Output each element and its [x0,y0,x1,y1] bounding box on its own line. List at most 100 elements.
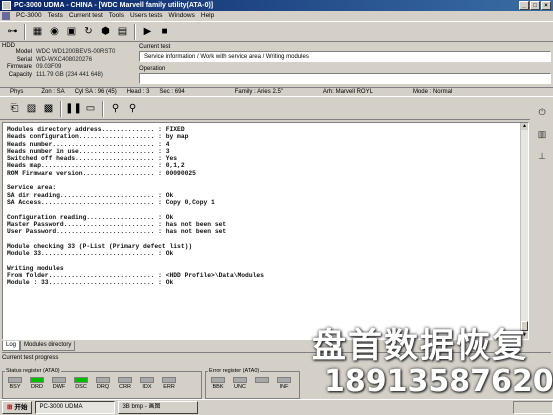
log-toolbar: ⎗ ▨ ▩ ❚❚ ▭ ⚲ ⚲ [0,98,530,120]
menu-pc3000[interactable]: PC-3000 [16,11,42,21]
layout-icon[interactable]: ▦ [29,24,46,40]
current-test-field: Service information / Work with service … [139,51,551,62]
status-flag-crr: CRR [117,377,133,391]
right-tool-panel: ⏻ ▥ ⊥ [531,98,553,342]
serial-label: Serial [16,56,32,63]
probe-icon[interactable]: ⊥ [534,148,550,164]
drive-status-bar: Phys Zon : SA Cyl SA : 96 (45) Head : 3 … [0,87,553,97]
firmware-value: 09.03F09 [36,64,62,70]
menu-users-tests[interactable]: Users tests [130,11,163,21]
error-flag-label: BBK [212,384,224,390]
find-icon[interactable]: ⚲ [107,101,124,117]
hex-icon[interactable]: ⬢ [97,24,114,40]
status-flag-dwf: DWF [51,377,67,391]
stop-icon[interactable]: ■ [156,24,173,40]
capacity-label: Capacity [8,71,32,78]
log-line: Configuration reading.................. … [7,213,174,221]
sec-status: Sec : 694 [159,89,185,95]
window-title-bar[interactable]: PC-3000 UDMA - CHINA - [WDC Marvell fami… [0,0,553,11]
status-flag-label: DRD [31,384,43,390]
status-register-caption: Status register (ATA0) [5,368,61,374]
find-next-icon[interactable]: ⚲ [124,101,141,117]
error-flag-bbk: BBK [210,377,226,391]
log-line: ROM Firmware version................... … [7,169,196,177]
grid-icon[interactable]: ▤ [114,24,131,40]
zone-status: Zon : SA [41,89,65,95]
pause-icon[interactable]: ❚❚ [65,101,82,117]
error-flag-label: UNC [234,384,246,390]
log-line: SA Access.............................. … [7,198,215,206]
taskbar-item-paint[interactable]: 3B bmp - 画图 [118,401,199,414]
log-line: Writing modules [7,264,64,272]
cyl-status: Cyl SA : 96 (45) [74,89,117,95]
log-tabs: Log Modules directory [2,341,76,351]
scroll-up-icon[interactable]: ▲ [521,123,528,130]
chip-icon[interactable]: ▥ [534,126,550,142]
error-flag-unc: UNC [232,377,248,391]
family-status: Family : Aries 2.5" [234,89,283,95]
floppy-icon[interactable]: ▣ [63,24,80,40]
minimize-button[interactable]: _ [519,1,529,10]
print-icon[interactable]: ▭ [82,101,99,117]
arh-status: Arh: Marvell ROYL [322,89,373,95]
start-button[interactable]: ⊞ 开始 [2,401,33,414]
log-line: Module checking 33 (P-List (Primary defe… [7,242,193,250]
log-line: Heads number........................... … [7,140,170,148]
tab-modules-directory[interactable]: Modules directory [20,341,76,351]
log-line: Heads map.............................. … [7,162,185,170]
play-icon[interactable]: ▶ [139,24,156,40]
save-icon[interactable]: ▨ [23,101,40,117]
tab-log[interactable]: Log [2,341,21,351]
reset-icon[interactable]: ↻ [80,24,97,40]
current-test-progress: Current test progress [2,352,551,362]
menu-windows[interactable]: Windows [169,11,195,21]
error-flag-blank [254,377,270,391]
save-as-icon[interactable]: ▩ [40,101,57,117]
log-line: Module 33.............................. … [7,250,174,258]
log-line: SA dir reading......................... … [7,191,174,199]
status-flag-err: ERR [161,377,177,391]
menu-tools[interactable]: Tools [109,11,124,21]
log-line: Heads configuration.................... … [7,133,189,141]
log-line: Modules directory address.............. … [7,126,185,133]
watermark-phone: 18913587620 [324,364,553,399]
status-flag-label: CRR [119,384,131,390]
log-line: Module : 33............................ … [7,279,174,287]
status-flag-label: DWF [52,384,66,390]
operation-caption: Operation [139,66,166,72]
status-flag-bsy: BSY [7,377,23,391]
power-state-icon[interactable]: ⏻ [534,104,550,120]
taskbar-item-pc3000[interactable]: PC-3000 UDMA [35,401,116,414]
power-icon[interactable]: ⊶ [4,24,21,40]
hdd-info-panel: HDD Model WDC WD1200BEVS-00RST0 Serial WD-… [2,43,138,87]
status-flag-drq: DRQ [95,377,111,391]
scroll-thumb[interactable] [521,321,528,331]
taskbar: ⊞ 开始 PC-3000 UDMA 3B bmp - 画图 [0,399,553,415]
log-scrollbar[interactable]: ▲ ▼ [520,123,528,339]
status-flag-drd: DRD [29,377,45,391]
capacity-value: 111.79 GB (234 441 648) [36,71,103,78]
mode-status: Mode : Normal [412,89,453,95]
model-value: WDC WD1200BEVS-00RST0 [36,49,116,55]
error-flag-inf: INF [276,377,292,391]
log-line: From folder............................ … [7,271,264,279]
menu-current-test[interactable]: Current test [69,11,103,21]
log-panel[interactable]: Modules directory address.............. … [2,122,529,340]
maximize-button[interactable]: □ [530,1,540,10]
log-line: User Password.......................... … [7,228,227,236]
log-line: Master Password........................ … [7,220,227,228]
error-register-group: Error register (ATA0) BBK UNC INF [205,368,300,399]
scroll-down-icon[interactable]: ▼ [521,332,528,339]
main-toolbar: ⊶ ▦ ◉ ▣ ↻ ⬢ ▤ ▶ ■ [0,21,553,42]
open-icon[interactable]: ⎗ [6,101,23,117]
close-button[interactable]: × [541,1,551,10]
status-flag-label: IDX [142,384,152,390]
disk-icon[interactable]: ◉ [46,24,63,40]
log-line: Switched off heads..................... … [7,155,178,163]
windows-logo-icon: ⊞ [7,404,13,411]
menu-tests[interactable]: Tests [48,11,63,21]
menu-help[interactable]: Help [201,11,214,21]
log-text: Modules directory address.............. … [3,123,528,290]
